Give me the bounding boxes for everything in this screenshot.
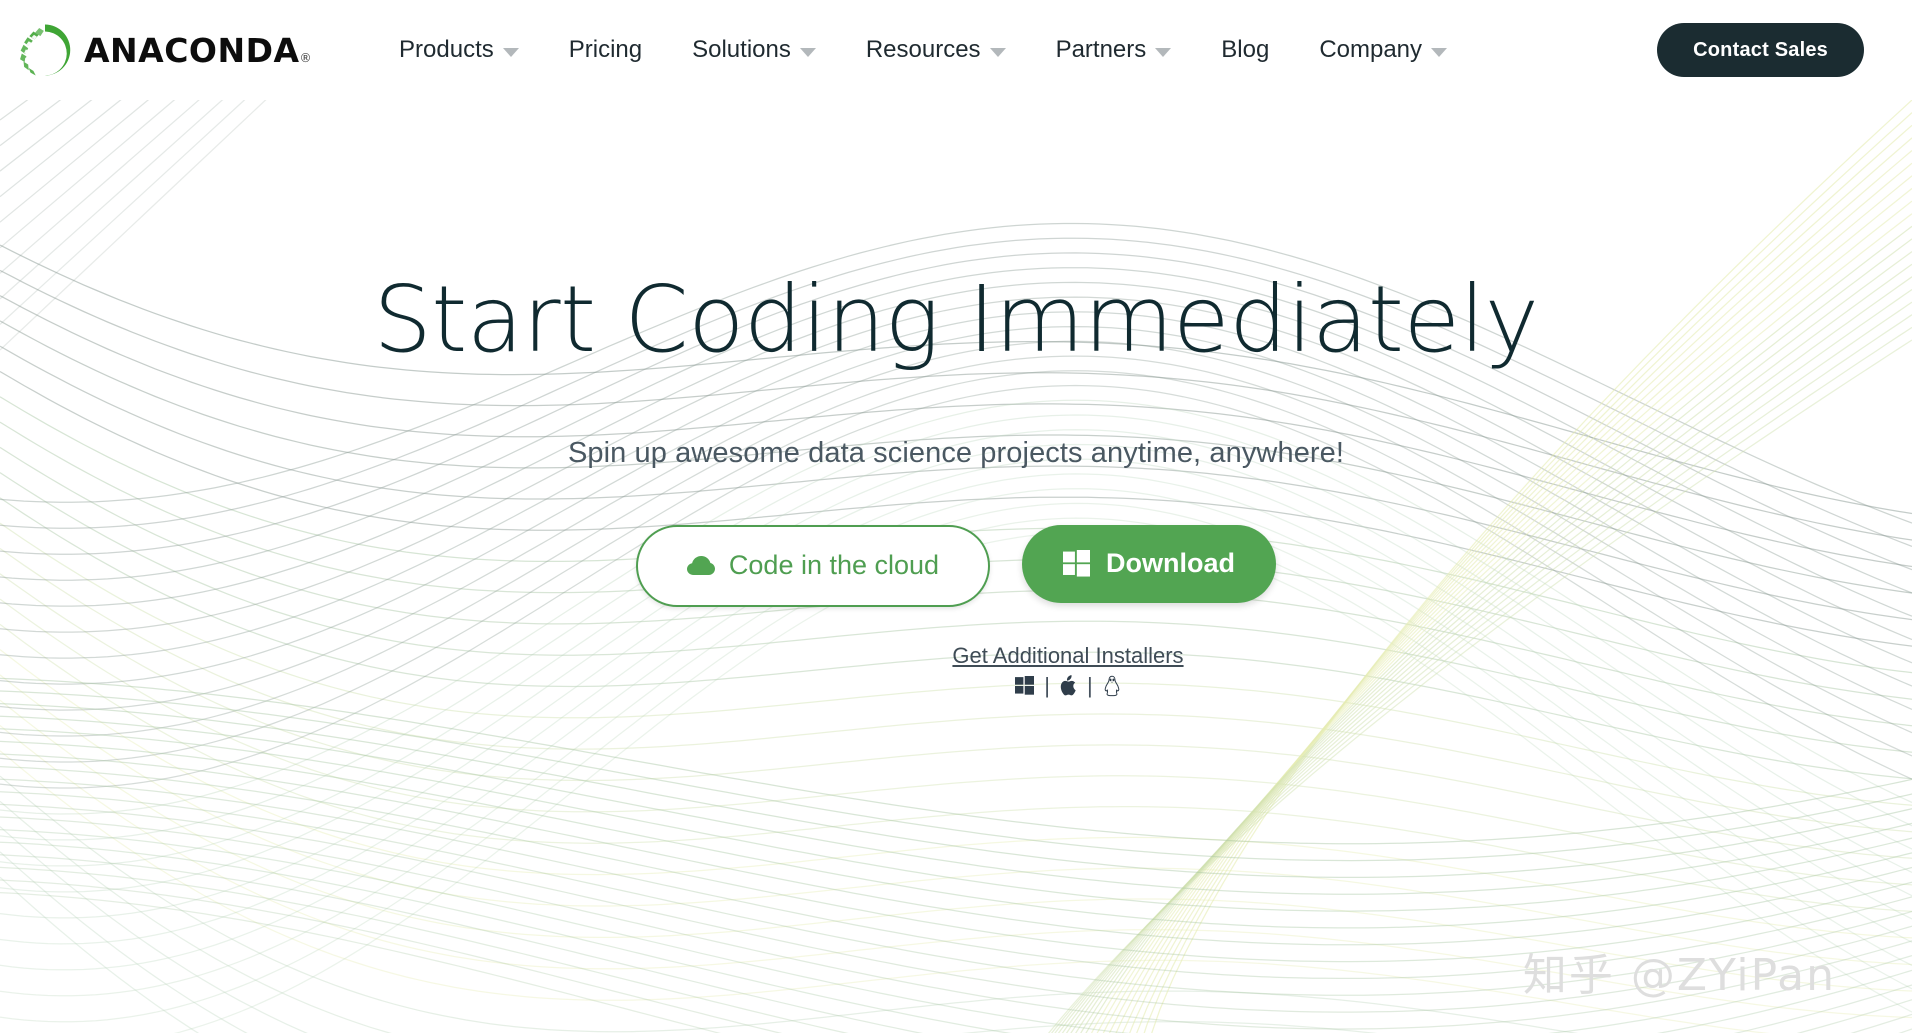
chevron-down-icon xyxy=(502,47,519,57)
site-header: ANACONDA® Products Pricing Solutions Res… xyxy=(0,0,1912,100)
nav-label-resources: Resources xyxy=(865,36,981,63)
linux-penguin-installer-icon[interactable] xyxy=(1103,675,1121,697)
chevron-down-icon xyxy=(989,47,1006,57)
windows-icon xyxy=(1063,550,1090,577)
registered-trademark-mark: ® xyxy=(299,50,313,65)
nav-label-products: Products xyxy=(399,36,494,63)
download-button[interactable]: Download xyxy=(1022,524,1276,603)
nav-item-company[interactable]: Company xyxy=(1294,36,1472,64)
code-in-the-cloud-label: Code in the cloud xyxy=(728,550,940,581)
nav-label-blog: Blog xyxy=(1221,36,1270,63)
hero-cta-row: Code in the cloud Download xyxy=(0,524,1912,607)
nav-label-solutions: Solutions xyxy=(692,36,791,63)
os-separator: | xyxy=(1087,672,1093,698)
nav-item-solutions[interactable]: Solutions xyxy=(667,36,841,64)
page-title: Start Coding Immediately xyxy=(373,266,1539,373)
cloud-icon xyxy=(686,555,715,575)
nav-label-pricing: Pricing xyxy=(568,36,643,63)
nav-item-products[interactable]: Products xyxy=(374,36,544,64)
additional-installers-block: Get Additional Installers | | xyxy=(112,643,1912,697)
brand-name-text: ANACONDA xyxy=(84,30,300,70)
contact-sales-button[interactable]: Contact Sales xyxy=(1657,23,1864,77)
zhihu-watermark: 知乎 @ZYiPan xyxy=(1522,950,1836,1001)
chevron-down-icon xyxy=(1431,47,1448,57)
download-label: Download xyxy=(1106,548,1235,579)
nav-label-partners: Partners xyxy=(1055,36,1147,63)
hero-section: Start Coding Immediately Spin up awesome… xyxy=(0,100,1912,697)
brand-wordmark: ANACONDA® xyxy=(84,34,312,67)
hero-subtitle: Spin up awesome data science projects an… xyxy=(567,436,1345,469)
brand-logo[interactable]: ANACONDA® xyxy=(16,21,312,79)
os-separator: | xyxy=(1044,672,1050,698)
os-icon-row: | | xyxy=(1015,672,1121,698)
nav-item-pricing[interactable]: Pricing xyxy=(544,36,667,64)
nav-label-company: Company xyxy=(1319,36,1423,63)
nav-item-partners[interactable]: Partners xyxy=(1031,36,1197,64)
nav-item-blog[interactable]: Blog xyxy=(1196,36,1294,64)
apple-installer-icon[interactable] xyxy=(1060,675,1077,696)
nav-item-resources[interactable]: Resources xyxy=(841,36,1031,64)
get-additional-installers-link[interactable]: Get Additional Installers xyxy=(952,643,1183,669)
code-in-the-cloud-button[interactable]: Code in the cloud xyxy=(636,524,990,607)
chevron-down-icon xyxy=(1155,47,1172,57)
windows-installer-icon[interactable] xyxy=(1015,676,1035,695)
main-navigation: Products Pricing Solutions Resources Par… xyxy=(374,36,1472,64)
anaconda-ring-logo-icon xyxy=(20,24,71,76)
chevron-down-icon xyxy=(799,47,816,57)
